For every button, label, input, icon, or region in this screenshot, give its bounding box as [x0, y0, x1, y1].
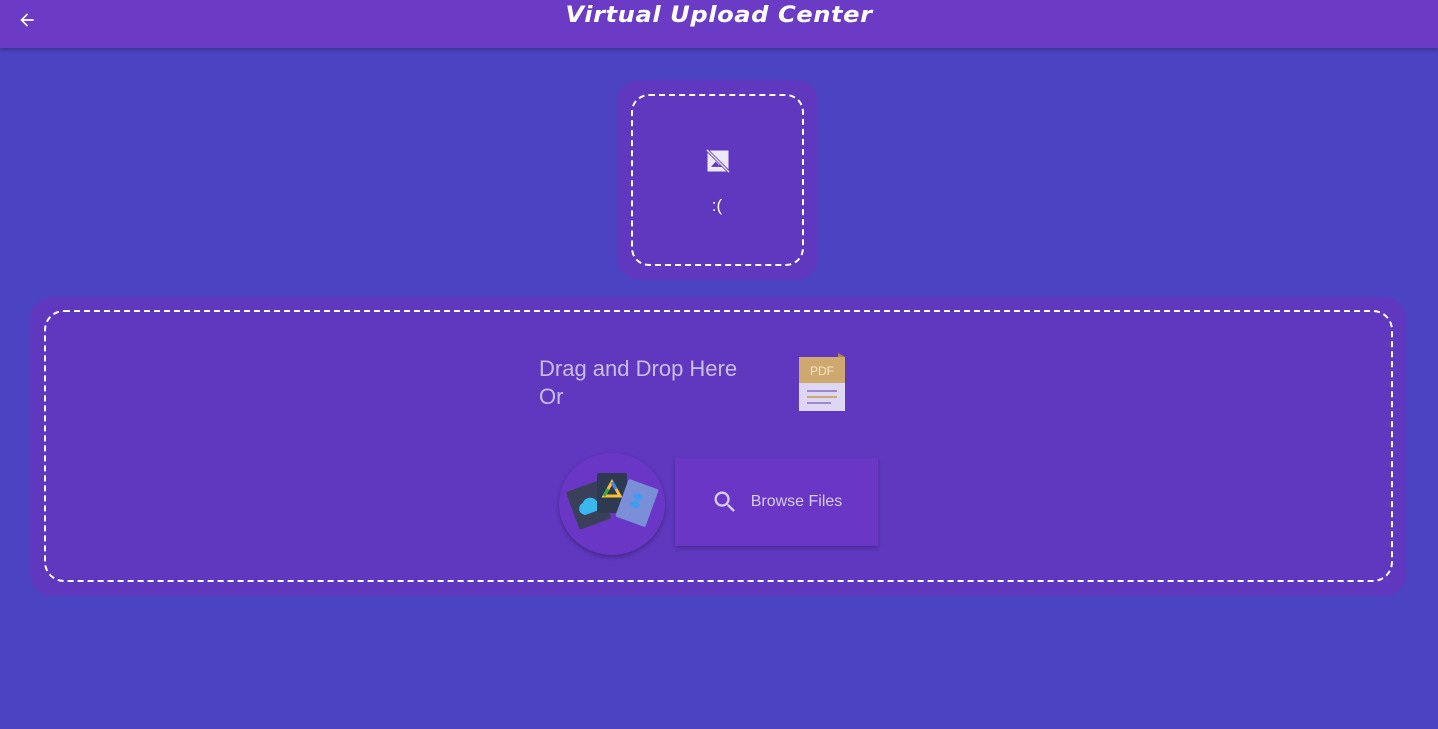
browse-files-button[interactable]: Browse Files — [675, 458, 878, 546]
empty-preview-message: :( — [711, 196, 723, 215]
drop-zone[interactable]: Drag and Drop Here Or PDF Browse Files — [44, 310, 1393, 582]
search-icon — [714, 491, 735, 512]
drop-instructions: Drag and Drop Here Or — [539, 355, 737, 411]
drop-zone-card: Drag and Drop Here Or PDF Browse Files — [30, 297, 1406, 596]
drop-instructions-line1: Drag and Drop Here — [539, 356, 738, 381]
no-image-icon — [705, 148, 731, 174]
cloud-storage-button[interactable] — [559, 453, 665, 555]
pdf-file-icon: PDF — [799, 353, 845, 411]
image-preview-area[interactable]: :( — [631, 94, 804, 266]
drop-instructions-line2: Or — [539, 384, 564, 409]
app-bar: Virtual Upload Center — [0, 0, 1438, 48]
cloud-storage-icon — [566, 473, 659, 530]
browse-files-label: Browse Files — [750, 493, 843, 510]
pdf-icon-label: PDF — [810, 364, 834, 378]
image-preview-card: :( — [617, 80, 818, 280]
page-title: Virtual Upload Center — [565, 3, 873, 28]
